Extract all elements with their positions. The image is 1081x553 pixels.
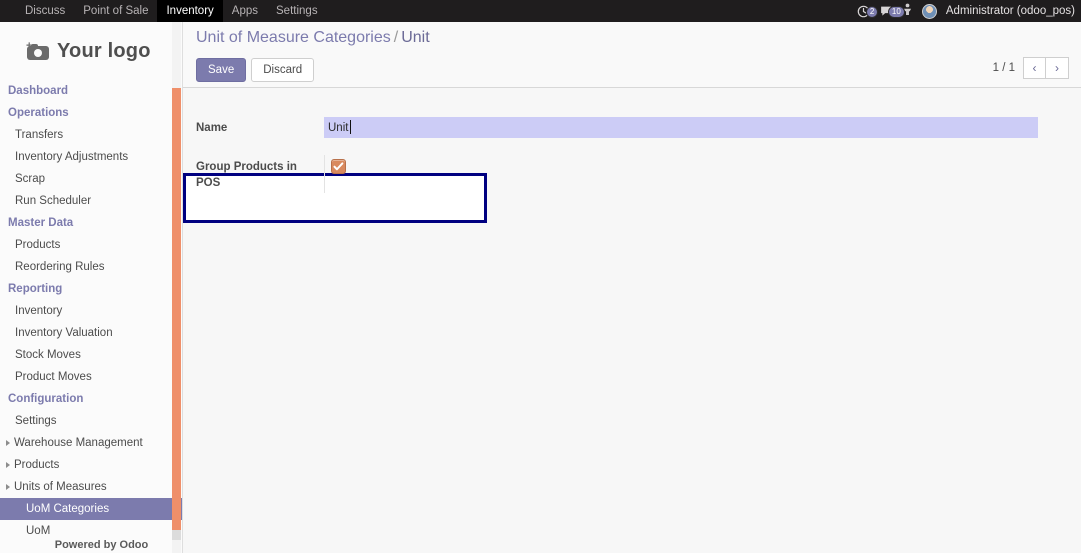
chevron-right-icon [6, 440, 10, 446]
name-input-wrap [324, 117, 1081, 138]
save-button[interactable]: Save [196, 58, 247, 82]
breadcrumb-root[interactable]: Unit of Measure Categories [196, 29, 391, 46]
name-input[interactable] [324, 117, 1038, 138]
name-field-cell [324, 117, 1081, 138]
form-row-name: Name [183, 117, 1081, 138]
sidebar-item-inventory-adjustments[interactable]: Inventory Adjustments [0, 146, 182, 168]
pager-next-button[interactable]: › [1046, 57, 1069, 79]
sidebar-item-label: Warehouse Management [14, 437, 143, 449]
breadcrumb-current: Unit [401, 29, 430, 46]
form-sheet: Name Group Products in POS [183, 117, 1081, 223]
pager-previous-button[interactable]: ‹ [1023, 57, 1046, 79]
pager-buttons: ‹ › [1023, 57, 1069, 79]
sidebar-item-product-moves[interactable]: Product Moves [0, 366, 182, 388]
sidebar-section-operations: Operations [8, 107, 69, 119]
sidebar-item-uom-categories[interactable]: UoM Categories [0, 498, 182, 520]
chevron-right-icon [6, 462, 10, 468]
odoo-inventory-screen: Discuss Point of Sale Inventory Apps Set… [0, 0, 1081, 553]
sidebar-menu: Dashboard Operations Transfers Inventory… [0, 80, 182, 542]
sidebar-item-products-config[interactable]: Products [0, 454, 182, 476]
powered-by-label[interactable]: Powered by Odoo [0, 539, 182, 551]
activities-count: 2 [865, 5, 879, 18]
company-logo[interactable]: + Your logo [0, 22, 182, 80]
sidebar-item-inventory[interactable]: Inventory [0, 300, 182, 322]
sidebar-item-settings[interactable]: Settings [0, 410, 182, 432]
sidebar-section-dashboard[interactable]: Dashboard [0, 80, 182, 102]
breadcrumb: Unit of Measure Categories / Unit [196, 29, 430, 47]
navbar-systray: 2 10 Administrator (odoo_pos) [857, 0, 1081, 22]
user-menu-label[interactable]: Administrator (odoo_pos) [946, 5, 1079, 17]
sidebar-section-master-data: Master Data [8, 217, 74, 229]
sidebar-item-run-scheduler[interactable]: Run Scheduler [0, 190, 182, 212]
field-divider [324, 155, 325, 193]
discard-button[interactable]: Discard [251, 58, 315, 82]
nav-item-settings[interactable]: Settings [267, 0, 327, 22]
sidebar-item-scrap[interactable]: Scrap [0, 168, 182, 190]
sidebar-item-warehouse-management[interactable]: Warehouse Management [0, 432, 182, 454]
sidebar: + Your logo Dashboard Operations Transfe… [0, 22, 183, 553]
form-actions: Save Discard [196, 58, 315, 82]
sidebar-section-reporting: Reporting [8, 283, 63, 295]
pager: 1 / 1 ‹ › [993, 57, 1069, 79]
sidebar-section-configuration: Configuration [8, 393, 84, 405]
breadcrumb-separator: / [393, 29, 399, 46]
group-products-in-pos-cell [331, 159, 346, 174]
sidebar-scrollbar-thumb[interactable] [172, 88, 181, 530]
sidebar-item-products[interactable]: Products [0, 234, 182, 256]
group-products-in-pos-checkbox[interactable] [331, 159, 346, 174]
sidebar-item-label: Products [14, 459, 60, 471]
sidebar-item-units-of-measures[interactable]: Units of Measures [0, 476, 182, 498]
activities-menu[interactable]: 2 [857, 5, 879, 18]
sidebar-item-transfers[interactable]: Transfers [0, 124, 182, 146]
sidebar-item-reordering-rules[interactable]: Reordering Rules [0, 256, 182, 278]
messages-menu[interactable]: 10 [879, 5, 905, 18]
avatar[interactable] [921, 3, 937, 19]
check-icon [333, 162, 344, 171]
sidebar-scrollbar-button[interactable] [172, 530, 181, 540]
nav-item-inventory[interactable]: Inventory [157, 0, 223, 22]
text-cursor [350, 120, 351, 134]
control-panel: Unit of Measure Categories / Unit Save Dis… [183, 22, 1081, 88]
camera-add-icon: + [26, 40, 49, 60]
messages-count: 10 [887, 5, 905, 18]
sidebar-item-stock-moves[interactable]: Stock Moves [0, 344, 182, 366]
main-content: Unit of Measure Categories / Unit Save Dis… [183, 22, 1081, 553]
form-table: Name Group Products in POS [183, 117, 1081, 223]
sidebar-item-inventory-valuation[interactable]: Inventory Valuation [0, 322, 182, 344]
pager-value: 1 / 1 [992, 62, 1015, 74]
nav-item-point-of-sale[interactable]: Point of Sale [74, 0, 157, 22]
navbar-menu-list: Discuss Point of Sale Inventory Apps Set… [16, 0, 327, 22]
sidebar-item-label: Units of Measures [14, 481, 107, 493]
name-label: Name [196, 122, 228, 134]
nav-item-apps[interactable]: Apps [223, 0, 267, 22]
group-products-in-pos-label: Group Products in POS [196, 161, 297, 189]
top-navbar: Discuss Point of Sale Inventory Apps Set… [0, 0, 1081, 22]
company-logo-label: Your logo [57, 39, 151, 62]
nav-item-discuss[interactable]: Discuss [16, 0, 74, 22]
chevron-right-icon [6, 484, 10, 490]
